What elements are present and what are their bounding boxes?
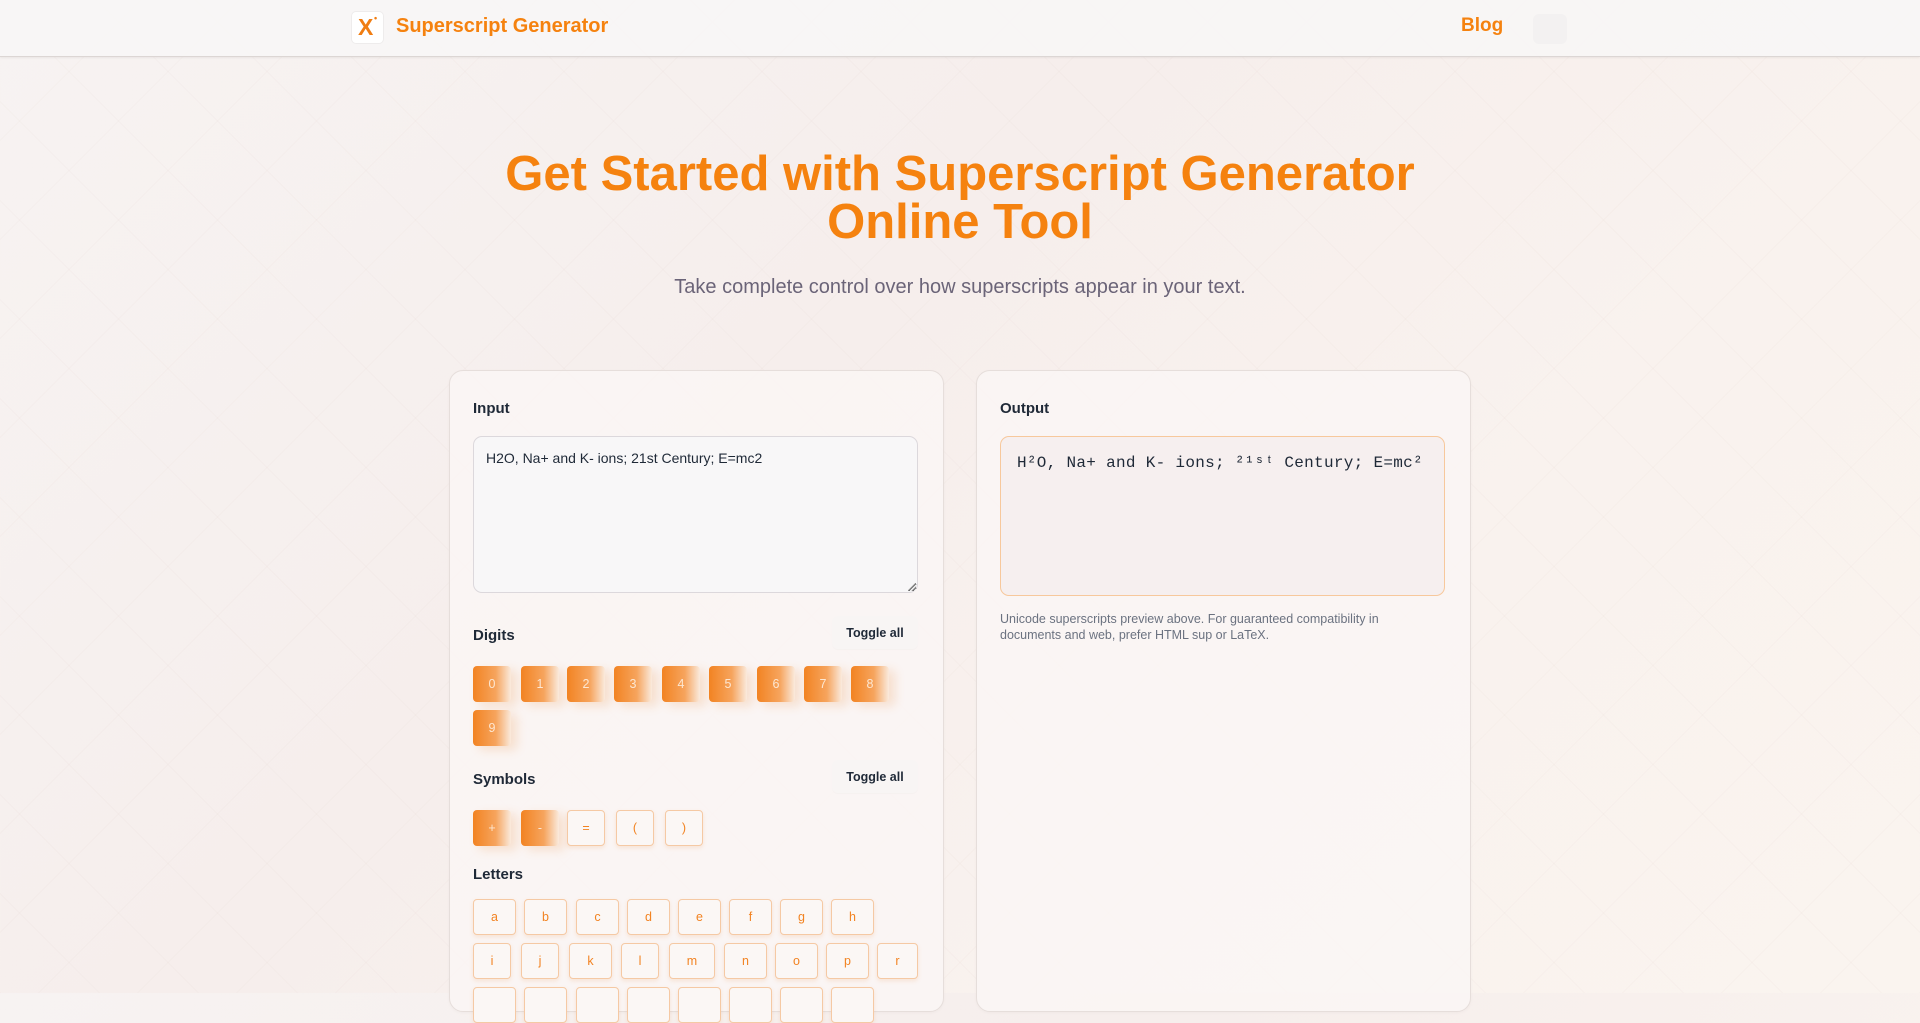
logo-icon[interactable]: X • — [352, 12, 383, 43]
symbol-chip-minus[interactable]: - — [521, 810, 559, 846]
page-title-line-1: Get Started with Superscript Generator — [505, 147, 1415, 201]
letter-chip-d[interactable]: d — [627, 899, 670, 935]
letter-chip-j[interactable]: j — [521, 943, 559, 979]
letter-chip-b[interactable]: b — [524, 899, 567, 935]
symbol-chip-equals[interactable]: = — [567, 810, 605, 846]
page-title: Get Started with Superscript Generator O… — [360, 147, 1560, 249]
symbols-toggle-all-button[interactable]: Toggle all — [832, 760, 918, 793]
letter-chip-i[interactable]: i — [473, 943, 511, 979]
theme-toggle-button[interactable] — [1533, 14, 1567, 44]
brand-link[interactable]: Superscript Generator — [396, 15, 608, 38]
digit-chip-3[interactable]: 3 — [614, 666, 652, 702]
digit-chip-2[interactable]: 2 — [567, 666, 605, 702]
letter-chip-row3-7[interactable] — [780, 987, 823, 1023]
letter-chip-f[interactable]: f — [729, 899, 772, 935]
letter-chip-r[interactable]: r — [877, 943, 918, 979]
letter-chip-h[interactable]: h — [831, 899, 874, 935]
letter-chip-row3-8[interactable] — [831, 987, 874, 1023]
symbol-chip-plus[interactable]: + — [473, 810, 511, 846]
letters-title: Letters — [473, 866, 524, 883]
digit-chip-6[interactable]: 6 — [757, 666, 795, 702]
letter-chip-n[interactable]: n — [724, 943, 767, 979]
logo-letter: X — [358, 14, 374, 40]
letter-chip-m[interactable]: m — [669, 943, 715, 979]
input-label: Input — [473, 400, 510, 417]
output-label: Output — [1000, 400, 1050, 417]
output-card: Output H²O, Na+ and K- ions; ²¹ˢᵗ Centur… — [976, 370, 1471, 1012]
letter-chip-o[interactable]: o — [775, 943, 818, 979]
digits-title: Digits — [473, 627, 515, 644]
digit-chip-5[interactable]: 5 — [709, 666, 747, 702]
letter-chip-p[interactable]: p — [826, 943, 869, 979]
letter-chip-c[interactable]: c — [576, 899, 619, 935]
letter-chip-l[interactable]: l — [621, 943, 659, 979]
letter-chip-row3-2[interactable] — [524, 987, 567, 1023]
digit-chip-7[interactable]: 7 — [804, 666, 842, 702]
letter-chip-row3-4[interactable] — [627, 987, 670, 1023]
output-preview[interactable]: H²O, Na+ and K- ions; ²¹ˢᵗ Century; E=mc… — [1000, 436, 1445, 596]
letter-chip-row3-5[interactable] — [678, 987, 721, 1023]
textarea-resize-handle[interactable] — [908, 583, 916, 591]
letter-chip-e[interactable]: e — [678, 899, 721, 935]
top-navbar: X • Superscript Generator Blog — [0, 0, 1920, 57]
digit-chip-1[interactable]: 1 — [521, 666, 559, 702]
letter-chip-a[interactable]: a — [473, 899, 516, 935]
letter-chip-g[interactable]: g — [780, 899, 823, 935]
letter-chip-row3-1[interactable] — [473, 987, 516, 1023]
letter-chip-k[interactable]: k — [569, 943, 612, 979]
letter-chip-row3-6[interactable] — [729, 987, 772, 1023]
digit-chip-9[interactable]: 9 — [473, 710, 511, 746]
input-textarea[interactable] — [473, 436, 918, 593]
input-card: Input Digits Toggle all 0 1 2 3 4 5 6 7 … — [449, 370, 944, 1023]
letter-chip-row3-3[interactable] — [576, 987, 619, 1023]
digit-chip-8[interactable]: 8 — [851, 666, 889, 702]
symbol-chip-open-paren[interactable]: ( — [616, 810, 654, 846]
logo-superscript-dot: • — [374, 13, 378, 23]
digits-toggle-all-button[interactable]: Toggle all — [832, 616, 918, 649]
page-subtitle: Take complete control over how superscri… — [674, 276, 1246, 298]
symbols-title: Symbols — [473, 771, 536, 788]
nav-blog-link[interactable]: Blog — [1461, 15, 1503, 37]
page-title-line-2: Online Tool — [827, 195, 1093, 249]
digit-chip-0[interactable]: 0 — [473, 666, 511, 702]
digit-chip-4[interactable]: 4 — [662, 666, 700, 702]
symbol-chip-close-paren[interactable]: ) — [665, 810, 703, 846]
output-hint-text: Unicode superscripts preview above. For … — [1000, 612, 1379, 642]
